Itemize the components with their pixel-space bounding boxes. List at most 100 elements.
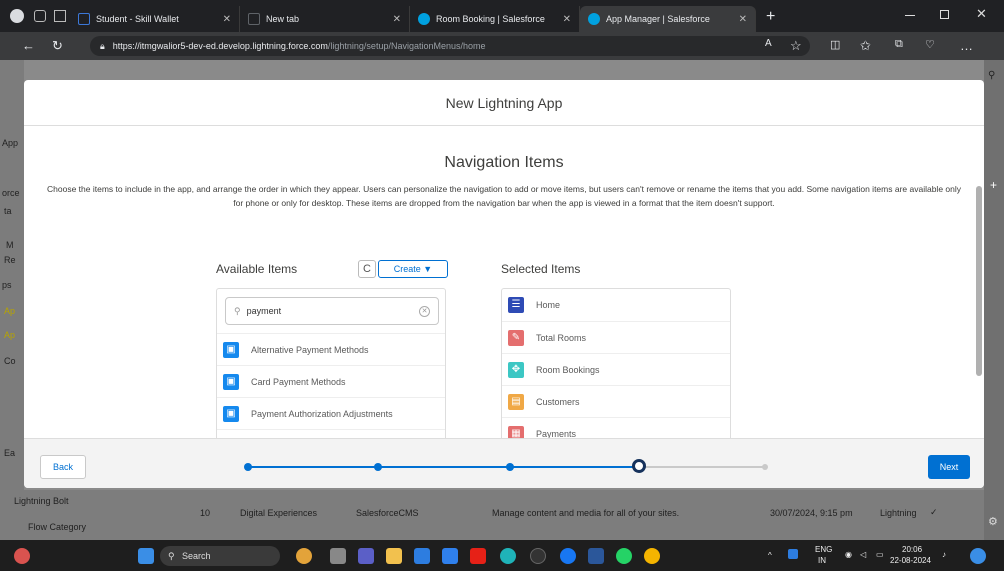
facebook-icon[interactable] [560, 548, 576, 564]
tab-room-booking[interactable]: Room Booking | Salesforce ✕ [410, 6, 580, 32]
modal-scrollbar[interactable] [976, 186, 982, 376]
new-tab-button[interactable]: + [766, 8, 775, 26]
tab-title: Student - Skill Wallet [96, 14, 179, 24]
lock-icon: 🔒︎ [100, 40, 105, 51]
gear-icon: ⚙ [988, 516, 998, 528]
tab-actions-icon[interactable] [54, 10, 66, 22]
url-path: /lightning/setup/NavigationMenus/home [327, 41, 486, 51]
bg-label: Ap [4, 306, 16, 316]
create-button[interactable]: Create ▼ [378, 260, 448, 278]
tab-new-tab[interactable]: New tab ✕ [240, 6, 410, 32]
notification-bell-icon[interactable]: ♪ [942, 550, 946, 559]
available-item[interactable]: ▣ Alternative Payment Methods [217, 333, 445, 365]
background-sidebar: App orce ta M Re ps Ap Ap Co Ea [0, 60, 24, 540]
task-view-icon[interactable] [330, 548, 346, 564]
tab-skill-wallet[interactable]: Student - Skill Wallet ✕ [70, 6, 240, 32]
selected-item[interactable]: ✎ Total Rooms [502, 321, 730, 353]
background-right-rail: ⚲ + ⚙ [984, 60, 1004, 540]
section-title: Navigation Items [444, 154, 564, 171]
youtube-icon[interactable] [470, 548, 486, 564]
weather-icon[interactable] [14, 548, 30, 564]
progress-step-done[interactable] [506, 463, 514, 471]
search-input[interactable]: ⚲ payment ✕ [225, 297, 439, 325]
selected-item[interactable]: ☰ Home [502, 289, 730, 321]
bg-label: ps [2, 280, 12, 290]
input-region[interactable]: IN [818, 556, 826, 565]
workspaces-icon[interactable] [34, 10, 46, 22]
plus-icon: + [990, 178, 998, 192]
available-item[interactable]: ▣ Card Payment Methods [217, 365, 445, 397]
clock-date[interactable]: 22-08-2024 [890, 556, 931, 565]
progress-step-done[interactable] [374, 463, 382, 471]
collections-icon[interactable]: ⧉ [895, 38, 903, 51]
back-arrow-icon[interactable]: ← [22, 38, 35, 53]
tab-favicon [78, 13, 90, 25]
read-aloud-icon[interactable]: A [765, 38, 772, 49]
url-field[interactable]: 🔒︎ https://itmgwalior5-dev-ed.develop.li… [90, 36, 810, 56]
clock-time[interactable]: 20:06 [902, 545, 922, 554]
wifi-icon[interactable]: ◉ [845, 550, 852, 559]
progress-step-done[interactable] [244, 463, 252, 471]
room-bookings-icon: ✥ [508, 361, 524, 378]
bg-label: App [2, 138, 19, 148]
taskbar-search[interactable]: ⚲ Search [160, 546, 280, 566]
favorites-icon[interactable]: ✩ [860, 38, 871, 54]
bg-label: orce [2, 188, 20, 198]
edge-icon[interactable] [500, 548, 516, 564]
clear-search-icon[interactable]: ✕ [419, 306, 430, 317]
progress-step-todo[interactable] [762, 464, 768, 470]
tray-app-icon[interactable] [788, 549, 798, 559]
tab-title: App Manager | Salesforce [606, 14, 710, 24]
input-language[interactable]: ENG [815, 545, 832, 554]
selected-item[interactable]: ▤ Customers [502, 385, 730, 417]
item-label: Home [536, 300, 561, 310]
bg-row-description: Manage content and media for all of your… [492, 508, 680, 518]
copilot-tray-icon[interactable] [970, 548, 986, 564]
chrome-icon[interactable] [644, 548, 660, 564]
modal-footer: Back Next [24, 438, 984, 488]
refresh-button[interactable]: C [358, 260, 376, 278]
close-tab-icon[interactable]: ✕ [393, 14, 401, 25]
available-item[interactable]: ▣ Payment Authorization Adjustments [217, 397, 445, 429]
tray-chevron-icon[interactable]: ^ [768, 551, 772, 560]
back-button[interactable]: Back [40, 455, 86, 479]
object-icon: ▣ [223, 341, 239, 358]
minimize-icon[interactable] [905, 15, 915, 16]
copilot-icon[interactable] [296, 548, 312, 564]
url-host: https://itmgwalior5-dev-ed.develop.light… [112, 41, 328, 51]
available-item[interactable] [217, 429, 445, 438]
taskbar-search-label: Search [182, 551, 211, 561]
battery-icon[interactable]: ▭ [876, 550, 884, 559]
profile-icon[interactable] [10, 9, 24, 23]
item-label: Room Bookings [536, 364, 600, 375]
close-tab-icon[interactable]: ✕ [563, 14, 571, 25]
windows-taskbar: ⚲ Search ^ ENG IN ◉ ◁ ▭ 20:06 22-08-2024… [0, 540, 1004, 571]
selected-item[interactable]: ✥ Room Bookings [502, 353, 730, 385]
selected-items-label: Selected Items [501, 262, 581, 276]
close-tab-icon[interactable]: ✕ [739, 14, 747, 25]
windows-start-icon[interactable] [138, 548, 154, 564]
mail-icon[interactable] [442, 548, 458, 564]
section-description: Choose the items to include in the app, … [47, 184, 961, 208]
next-button[interactable]: Next [928, 455, 970, 479]
app-icon[interactable] [530, 548, 546, 564]
whatsapp-icon[interactable] [616, 548, 632, 564]
file-explorer-icon[interactable] [386, 548, 402, 564]
selected-item[interactable]: ▦ Payments [502, 417, 730, 438]
close-tab-icon[interactable]: ✕ [223, 14, 231, 25]
volume-icon[interactable]: ◁ [860, 550, 866, 559]
split-screen-icon[interactable]: ◫ [830, 38, 840, 51]
extension-icon[interactable]: ♡ [925, 38, 935, 51]
word-icon[interactable] [588, 548, 604, 564]
tab-app-manager[interactable]: App Manager | Salesforce ✕ [580, 6, 756, 32]
reload-icon[interactable]: ↻ [52, 38, 63, 54]
progress-step-current[interactable] [632, 459, 646, 473]
teams-icon[interactable] [358, 548, 374, 564]
restore-icon[interactable] [940, 10, 949, 19]
background-app-table: Lightning Bolt Flow Category 10 Digital … [0, 490, 984, 540]
more-menu-icon[interactable]: … [960, 38, 973, 53]
salesforce-cloud-icon [418, 13, 430, 25]
favorite-star-icon[interactable]: ☆ [790, 38, 802, 54]
close-window-icon[interactable]: ✕ [976, 6, 987, 22]
store-icon[interactable] [414, 548, 430, 564]
